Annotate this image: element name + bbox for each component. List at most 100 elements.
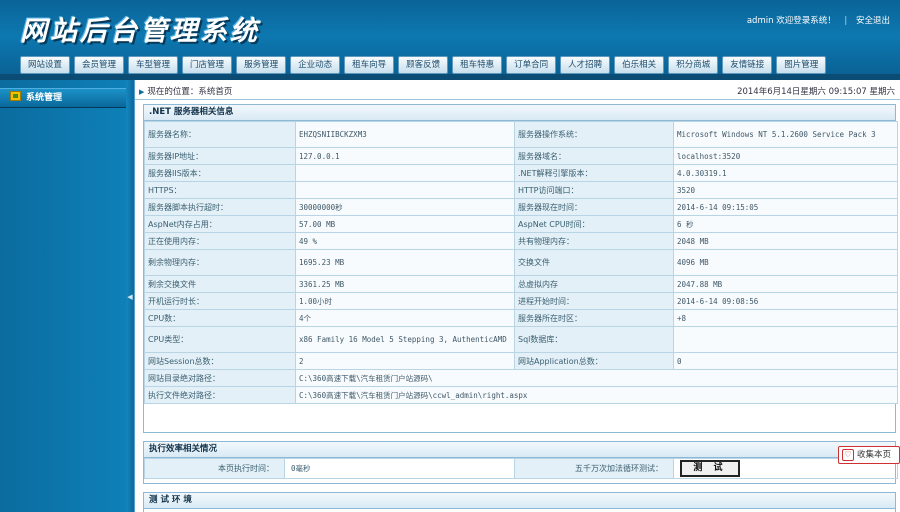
server-info-value: 3520 [673,181,898,199]
top-nav: 网站设置 会员管理 车型管理 门店管理 服务管理 企业动态 租车向导 顾客反馈 … [20,56,830,74]
server-info-row: AspNet内存占用： 57.00 MB AspNet CPU时间： 6 秒 [144,215,898,233]
server-path-label: 网站目录绝对路径： [144,369,296,387]
server-info-label: 服务器IIS版本： [144,164,296,182]
server-info-label: 网站Application总数： [514,352,674,370]
server-info-row: HTTPS： HTTP访问端口： 3520 [144,181,898,199]
sidebar-splitter[interactable]: ◀ [126,80,134,512]
server-info-label: CPU数： [144,309,296,327]
nav-item-members[interactable]: 会员管理 [74,56,125,74]
server-info-row: 网站Session总数： 2 网站Application总数： 0 [144,352,898,370]
server-info-table: 服务器名称： EHZQSNIIBCKZXM3 服务器操作系统： Microsoft W… [144,121,898,404]
server-info-label: 交换文件 [514,249,674,276]
nav-item-images[interactable]: 图片管理 [776,56,827,74]
server-info-value: 30000000秒 [295,198,515,216]
test-env-panel: 测 试 环 境 [143,492,896,512]
breadcrumb: ▶ 现在的位置：系统首页 [139,85,232,97]
welcome-text: 欢迎登录系统！ [776,16,836,26]
server-info-value: 2014-6-14 09:15:05 [673,198,898,216]
sidebar-item-label: 系统管理 [26,93,63,103]
current-datetime: 2014年6月14日星期六 09:15:07 星期六 [737,87,895,97]
server-info-label: 进程开始时间： [514,292,674,310]
server-info-row: 剩余交换文件 3361.25 MB 总虚拟内存 2047.88 MB [144,275,898,293]
nav-item-site-settings[interactable]: 网站设置 [20,56,71,74]
server-info-value: x86 Family 16 Model 5 Stepping 3, Authen… [295,326,515,353]
favorite-label: 收集本页 [857,450,892,460]
server-info-label: .NET解释引擎版本： [514,164,674,182]
server-info-label: Sql数据库： [514,326,674,353]
exec-time-value: 0毫秒 [284,458,515,479]
logout-link[interactable]: 安全退出 [856,16,890,26]
server-info-row: 服务器名称： EHZQSNIIBCKZXM3 服务器操作系统： Microsoft W… [144,121,898,148]
server-info-label: CPU类型： [144,326,296,353]
sidebar: 系统管理 [0,80,126,512]
nav-item-services[interactable]: 服务管理 [236,56,287,74]
server-info-value: 127.0.0.1 [295,147,515,165]
server-info-title: .NET 服务器相关信息 [144,105,895,121]
server-info-value: 1695.23 MB [295,249,515,276]
server-info-value: 2048 MB [673,232,898,250]
server-path-value: C:\360高速下载\汽车租赁门户站源码\ [295,369,898,387]
nav-item-news[interactable]: 企业动态 [290,56,341,74]
server-info-value [673,326,898,353]
server-info-row: CPU数： 4个 服务器所在时区： +8 [144,309,898,327]
server-info-value: 49 % [295,232,515,250]
breadcrumb-text: 现在的位置：系统首页 [147,87,233,97]
server-info-value: 1.00小时 [295,292,515,310]
server-info-row: 剩余物理内存： 1695.23 MB 交换文件 4096 MB [144,249,898,276]
heart-icon: ♡ [842,449,854,461]
server-info-label: 服务器名称： [144,121,296,148]
server-info-value: 2014-6-14 09:08:56 [673,292,898,310]
test-env-title: 测 试 环 境 [144,493,895,509]
server-info-label: 服务器所在时区： [514,309,674,327]
nav-item-orders[interactable]: 订单合同 [506,56,557,74]
server-info-label: HTTPS： [144,181,296,199]
main-content: ▶ 现在的位置：系统首页 2014年6月14日星期六 09:15:07 星期六 .… [134,80,900,512]
server-info-value: 4096 MB [673,249,898,276]
server-info-value: 3361.25 MB [295,275,515,293]
user-bar: admin 欢迎登录系统！ | 安全退出 [747,14,890,26]
server-info-value [295,181,515,199]
server-info-label: 剩余交换文件 [144,275,296,293]
nav-item-rental-guide[interactable]: 租车向导 [344,56,395,74]
nav-item-stores[interactable]: 门店管理 [182,56,233,74]
server-info-label: AspNet内存占用： [144,215,296,233]
server-info-value: 4.0.30319.1 [673,164,898,182]
nav-item-links[interactable]: 友情链接 [722,56,773,74]
nav-item-recruitment[interactable]: 人才招聘 [560,56,611,74]
nav-item-points-mall[interactable]: 积分商城 [668,56,719,74]
server-info-label: 网站Session总数： [144,352,296,370]
nav-item-bole[interactable]: 伯乐相关 [614,56,665,74]
nav-item-feedback[interactable]: 顾客反馈 [398,56,449,74]
test-button[interactable]: 测 试 [680,460,740,477]
server-info-value: 4个 [295,309,515,327]
location-bar: ▶ 现在的位置：系统首页 2014年6月14日星期六 09:15:07 星期六 [135,80,900,100]
server-info-value [295,164,515,182]
folder-icon [10,91,21,101]
loop-test-label: 五千万次加法循环测试： [514,458,674,479]
username: admin [746,16,774,26]
server-info-label: 服务器现在时间： [514,198,674,216]
header: 网站后台管理系统 admin 欢迎登录系统！ | 安全退出 网站设置 会员管理 … [0,0,900,80]
efficiency-table: 本页执行时间： 0毫秒 五千万次加法循环测试： 测 试 [144,458,898,479]
triangle-icon: ▶ [139,88,145,96]
server-info-value: Microsoft Windows NT 5.1.2600 Service Pa… [673,121,898,148]
server-path-row: 执行文件绝对路径： C:\360高速下载\汽车租赁门户站源码\ccwl_admin… [144,386,898,404]
server-info-row: 开机运行时长： 1.00小时 进程开始时间： 2014-6-14 09:08:56 [144,292,898,310]
server-info-row: 服务器IP地址： 127.0.0.1 服务器域名： localhost:3520 [144,147,898,165]
server-info-value: 2047.88 MB [673,275,898,293]
collapse-arrow-icon[interactable]: ◀ [127,292,133,302]
server-info-value: +8 [673,309,898,327]
nav-item-car-models[interactable]: 车型管理 [128,56,179,74]
server-info-label: 剩余物理内存： [144,249,296,276]
exec-time-label: 本页执行时间： [144,458,285,479]
server-info-value: 57.00 MB [295,215,515,233]
server-info-value: 6 秒 [673,215,898,233]
favorite-button[interactable]: ♡ 收集本页 [838,446,900,464]
server-info-value: localhost:3520 [673,147,898,165]
server-info-label: 服务器域名： [514,147,674,165]
efficiency-title: 执行效率相关情况 [144,442,895,458]
server-info-panel: .NET 服务器相关信息 服务器名称： EHZQSNIIBCKZXM3 服务器操作系… [143,104,898,433]
sidebar-item-system[interactable]: 系统管理 [0,88,126,108]
nav-item-specials[interactable]: 租车特惠 [452,56,503,74]
server-info-label: 正在使用内存： [144,232,296,250]
